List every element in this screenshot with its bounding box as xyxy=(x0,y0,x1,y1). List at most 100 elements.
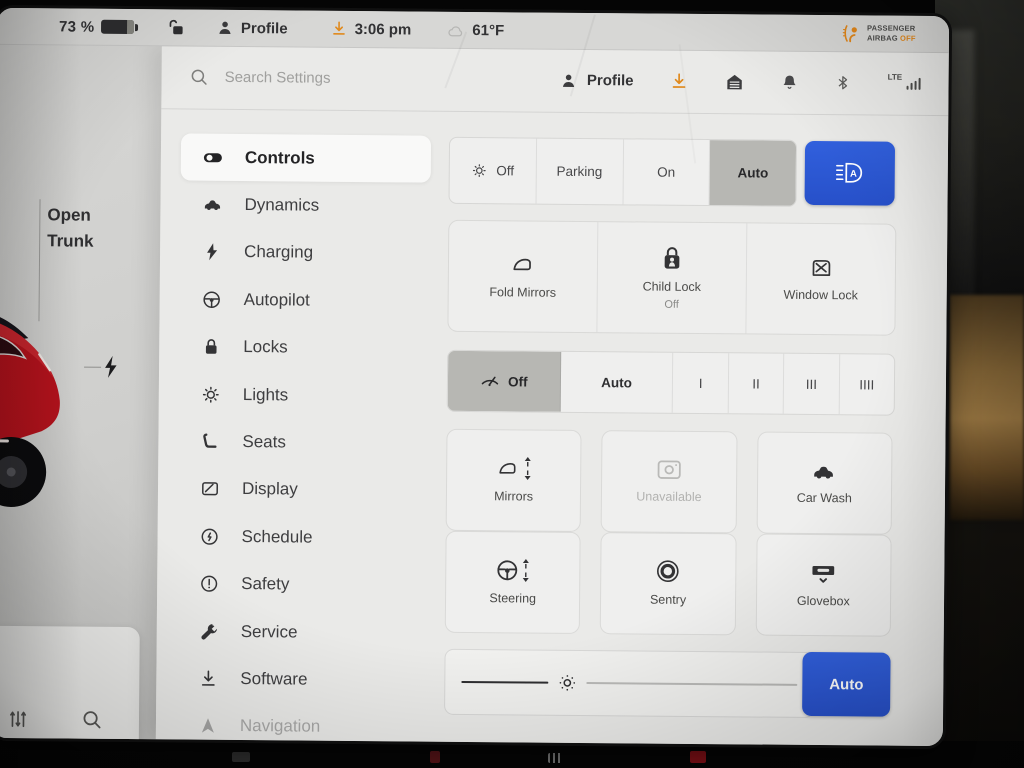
sidebar-item-controls[interactable]: Controls xyxy=(181,133,431,183)
sidebar-item-safety[interactable]: Safety xyxy=(177,560,427,610)
brightness-slider[interactable] xyxy=(444,649,815,718)
touchscreen: Open Trunk xyxy=(0,8,949,746)
sidebar-item-schedule[interactable]: Schedule xyxy=(177,513,427,563)
sidebar-item-dynamics[interactable]: Dynamics xyxy=(180,181,430,231)
sidebar-item-display[interactable]: Display xyxy=(178,465,428,515)
child-lock-button[interactable]: Child Lock Off xyxy=(597,222,747,333)
cloud-icon xyxy=(447,22,465,37)
camera-unavailable-button: Unavailable xyxy=(601,430,737,533)
lock-status-button[interactable] xyxy=(166,17,186,37)
brightness-sun-icon[interactable] xyxy=(558,673,578,693)
sidebar-label: Lights xyxy=(243,385,289,405)
brightness-track-light xyxy=(587,682,798,686)
mirrors-button[interactable]: Mirrors xyxy=(446,429,582,532)
filters-icon[interactable] xyxy=(3,704,33,734)
headlights-on-segment[interactable]: On xyxy=(623,139,710,205)
headlights-auto-segment[interactable]: Auto xyxy=(710,140,796,206)
sidebar-item-software[interactable]: Software xyxy=(176,655,426,705)
sidebar-label: Autopilot xyxy=(244,290,310,311)
wipers-off-segment[interactable]: Off xyxy=(448,351,561,412)
tile-label: Window Lock xyxy=(783,288,857,304)
segment-label: Auto xyxy=(737,165,768,180)
person-icon xyxy=(216,19,234,37)
sentry-icon xyxy=(656,559,681,584)
sidebar-label: Locks xyxy=(243,337,288,357)
segment-label: IIII xyxy=(859,377,874,392)
tile-label: Fold Mirrors xyxy=(489,285,556,301)
garage-icon[interactable] xyxy=(724,72,744,92)
wood-dashboard xyxy=(950,295,1024,520)
sidebar-item-seats[interactable]: Seats xyxy=(178,418,428,468)
charge-port-leader-line xyxy=(84,367,101,368)
window-lock-button[interactable]: Window Lock xyxy=(746,223,895,334)
download-icon[interactable] xyxy=(669,72,688,91)
light-icon xyxy=(201,384,221,404)
steering-button[interactable]: Steering xyxy=(445,531,581,634)
download-icon xyxy=(198,669,218,689)
wipers-speed1-segment[interactable]: I xyxy=(673,353,729,413)
window-lock-icon xyxy=(808,254,833,279)
sidebar-item-autopilot[interactable]: Autopilot xyxy=(179,276,429,326)
charge-port-bolt-icon[interactable] xyxy=(102,355,119,379)
outside-temperature: 61°F xyxy=(447,21,504,38)
segment-label: I xyxy=(699,375,703,390)
wrench-icon xyxy=(199,621,219,641)
sidebar-item-lights[interactable]: Lights xyxy=(179,370,429,420)
car-wash-button[interactable]: Car Wash xyxy=(756,432,892,535)
up-down-arrows-icon xyxy=(523,456,532,480)
bluetooth-icon[interactable] xyxy=(834,73,851,92)
wipers-speed3-segment[interactable]: III xyxy=(784,354,840,414)
network-label: LTE xyxy=(888,72,903,81)
segment-label: Auto xyxy=(601,375,632,390)
light-icon xyxy=(471,162,488,179)
fold-mirrors-button[interactable]: Fold Mirrors xyxy=(448,221,598,332)
brightness-track xyxy=(461,672,797,695)
tile-label: Glovebox xyxy=(797,594,850,610)
seat-icon xyxy=(200,432,220,452)
bolt-icon xyxy=(202,242,222,262)
search-input[interactable] xyxy=(223,68,417,89)
airbag-line1: PASSENGER xyxy=(867,24,915,33)
headlights-off-segment[interactable]: Off xyxy=(450,138,537,204)
sidebar-label: Display xyxy=(242,479,298,499)
sidebar-item-service[interactable]: Service xyxy=(177,607,427,657)
wipers-speed2-segment[interactable]: II xyxy=(729,353,785,413)
camera-icon xyxy=(656,458,682,480)
glovebox-button[interactable]: Glovebox xyxy=(755,534,891,637)
profile-button[interactable]: Profile xyxy=(560,71,634,90)
sidebar-item-navigation[interactable]: Navigation xyxy=(176,702,426,746)
child-lock-status: Off xyxy=(664,299,679,311)
lock-icon xyxy=(201,337,221,357)
open-trunk-button[interactable]: Open Trunk xyxy=(47,202,94,255)
display-icon xyxy=(200,479,220,499)
sidebar-label: Dynamics xyxy=(244,195,319,216)
child-lock-icon xyxy=(660,244,684,270)
bell-icon[interactable] xyxy=(780,73,798,92)
alert-icon xyxy=(199,574,219,594)
wipers-auto-segment[interactable]: Auto xyxy=(560,352,673,413)
sidebar-item-charging[interactable]: Charging xyxy=(180,228,430,278)
signal-bars-icon xyxy=(906,77,921,89)
map-search-icon[interactable] xyxy=(77,705,107,735)
sidebar-label: Seats xyxy=(242,432,286,452)
airbag-status: OFF xyxy=(900,34,916,43)
headlights-parking-segment[interactable]: Parking xyxy=(536,139,623,205)
battery-status: 73 % xyxy=(59,18,138,36)
brightness-auto-button[interactable]: Auto xyxy=(802,652,891,717)
auto-high-beam-button[interactable]: A xyxy=(805,141,896,206)
driver-profile-button[interactable]: Profile xyxy=(216,19,288,38)
update-available-button[interactable]: 3:06 pm xyxy=(330,20,412,39)
sentry-button[interactable]: Sentry xyxy=(600,532,736,635)
headlights-segmented-control: Off Parking On Auto xyxy=(449,137,798,207)
sidebar-item-locks[interactable]: Locks xyxy=(179,323,429,373)
settings-panel: Profile LTE xyxy=(156,45,949,746)
sidebar-label: Service xyxy=(241,622,298,642)
battery-icon xyxy=(101,20,138,34)
car-wash-icon xyxy=(811,460,838,482)
airbag-line2: AIRBAG xyxy=(867,33,898,42)
tile-label: Sentry xyxy=(650,593,686,609)
cellular-status: LTE xyxy=(888,77,921,89)
sidebar-label: Software xyxy=(240,669,307,690)
wipers-speed4-segment[interactable]: IIII xyxy=(839,354,894,414)
auto-high-beam-icon: A xyxy=(833,160,867,186)
